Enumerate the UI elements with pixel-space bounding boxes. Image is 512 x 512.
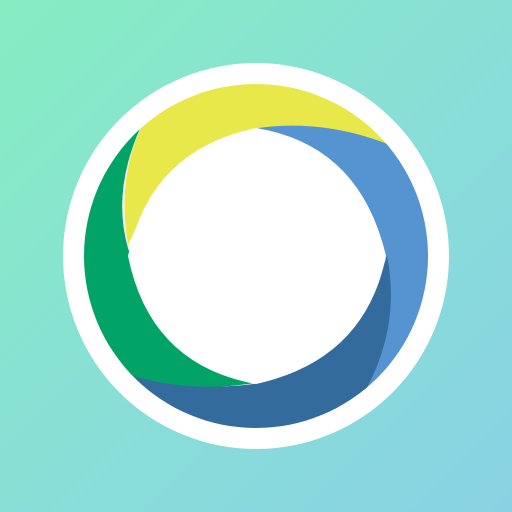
- app-icon-canvas: [0, 0, 512, 512]
- aperture-ring-logo-icon: [63, 63, 449, 449]
